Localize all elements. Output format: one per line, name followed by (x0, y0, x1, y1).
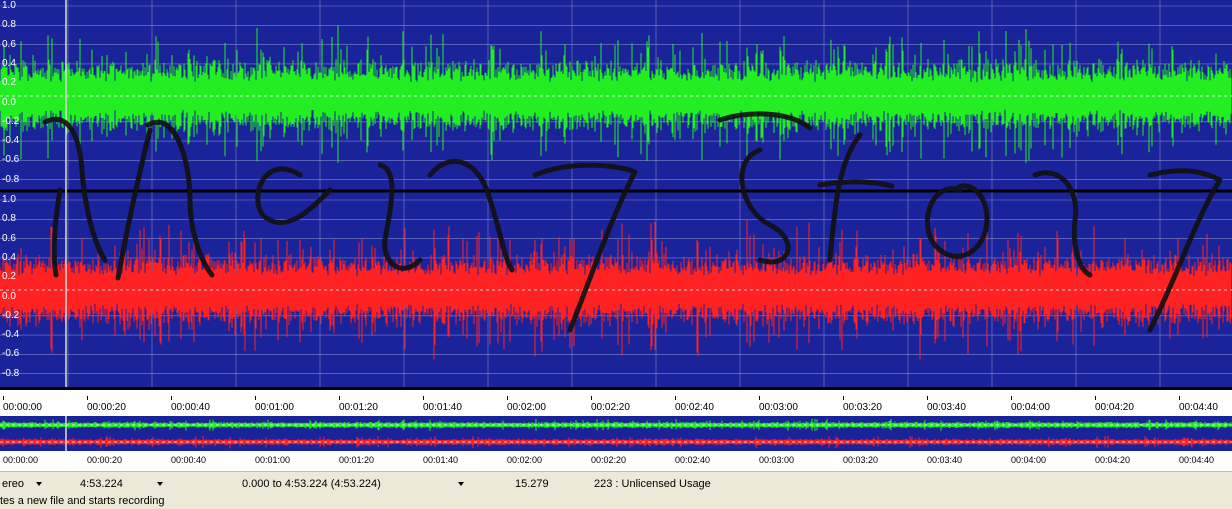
amp-bottom-label: 0.4 (2, 251, 16, 263)
ruler-tick-label: 00:01:00 (255, 402, 294, 413)
ruler-tick (759, 396, 760, 400)
amp-bottom-label: -0.8 (2, 367, 20, 379)
ruler-tick-label: 00:01:40 (423, 455, 459, 465)
channels-field[interactable]: ereo (2, 478, 24, 490)
ruler-tick-label: 00:02:00 (507, 455, 543, 465)
amp-top-label: 1.0 (2, 0, 16, 11)
amp-top-label: 0.2 (2, 77, 16, 89)
ruler-tick (591, 396, 592, 400)
length-dropdown-icon[interactable] (157, 482, 163, 486)
left-channel-waveform (0, 25, 1232, 163)
ruler-tick-label: 00:03:20 (843, 402, 882, 413)
value-field: 15.279 (515, 478, 549, 490)
ruler-tick (675, 396, 676, 400)
status-bar: ereo 4:53.224 0.000 to 4:53.224 (4:53.22… (0, 471, 1232, 494)
ruler-tick-label: 00:02:40 (675, 402, 714, 413)
hint-bar: tes a new file and starts recording (0, 493, 1232, 509)
amp-top-label: 0.4 (2, 57, 16, 69)
amp-top-label: -0.2 (2, 115, 20, 127)
ruler-tick-label: 00:01:00 (255, 455, 291, 465)
ruler-tick (339, 396, 340, 400)
ruler-tick-label: 00:01:40 (423, 402, 462, 413)
ruler-tick (1011, 396, 1012, 400)
ruler-tick-label: 00:03:00 (759, 402, 798, 413)
ruler-tick (843, 396, 844, 400)
ruler-tick-label: 00:04:00 (1011, 402, 1050, 413)
length-field[interactable]: 4:53.224 (80, 478, 123, 490)
waveform-editor[interactable]: 1.0 0.8 0.6 0.4 0.2 0.0 -0.2 -0.4 -0.6 -0.8 1.0 0.… (0, 0, 1232, 387)
ruler-tick-label: 00:00:00 (3, 455, 39, 465)
channels-dropdown-icon[interactable] (36, 482, 42, 486)
ruler-tick-label: 00:00:20 (87, 402, 126, 413)
amp-top-label: 0.8 (2, 19, 16, 31)
ruler-tick (3, 396, 4, 400)
ruler-tick-label: 00:04:20 (1095, 455, 1131, 465)
ruler-tick (1179, 396, 1180, 400)
ruler-tick-label: 00:04:20 (1095, 402, 1134, 413)
ruler-tick-label: 00:04:40 (1179, 455, 1215, 465)
overview-canvas[interactable] (0, 416, 1232, 451)
ruler-tick (507, 396, 508, 400)
ruler-tick (1095, 396, 1096, 400)
amp-top-label: -0.8 (2, 173, 20, 185)
ruler-tick-label: 00:04:00 (1011, 455, 1047, 465)
license-field: 223 : Unlicensed Usage (594, 478, 711, 490)
amp-bottom-label: -0.4 (2, 329, 20, 341)
amp-bottom-label: 1.0 (2, 194, 16, 205)
ruler-tick-label: 00:00:40 (171, 455, 207, 465)
editor-divider (0, 387, 1232, 390)
selection-field[interactable]: 0.000 to 4:53.224 (4:53.224) (242, 478, 381, 490)
amp-bottom-label: 0.0 (2, 290, 16, 302)
selection-dropdown-icon[interactable] (458, 482, 464, 486)
ruler-tick (87, 396, 88, 400)
ruler-tick-label: 00:03:40 (927, 455, 963, 465)
ruler-tick-label: 00:03:20 (843, 455, 879, 465)
overview-time-ruler[interactable]: 00:00:00 00:00:20 00:00:40 00:01:00 00:01:20… (0, 451, 1232, 468)
ruler-tick-label: 00:00:40 (171, 402, 210, 413)
ruler-tick-label: 00:02:20 (591, 455, 627, 465)
ruler-tick (927, 396, 928, 400)
amp-top-label: 0.6 (2, 38, 16, 50)
amp-top-label: 0.0 (2, 96, 16, 108)
hint-text: tes a new file and starts recording (0, 495, 165, 507)
ruler-tick (423, 396, 424, 400)
ruler-tick-label: 00:03:40 (927, 402, 966, 413)
amp-bottom-label: 0.8 (2, 213, 16, 225)
ruler-tick-label: 00:01:20 (339, 402, 378, 413)
ruler-tick-label: 00:01:20 (339, 455, 375, 465)
ruler-tick-label: 00:02:00 (507, 402, 546, 413)
waveform-canvas[interactable] (0, 0, 1232, 387)
amp-bottom-label: -0.2 (2, 309, 20, 321)
amp-top-label: -0.4 (2, 135, 20, 147)
ruler-tick (255, 396, 256, 400)
ruler-tick (171, 396, 172, 400)
amp-bottom-label: 0.2 (2, 271, 16, 283)
time-ruler[interactable]: 00:00:00 00:00:20 00:00:40 00:01:00 00:01:20… (0, 396, 1232, 416)
ruler-tick-label: 00:02:20 (591, 402, 630, 413)
ruler-tick-label: 00:03:00 (759, 455, 795, 465)
ruler-tick-label: 00:00:20 (87, 455, 123, 465)
amp-bottom-label: -0.6 (2, 348, 20, 360)
amp-bottom-label: 0.6 (2, 232, 16, 244)
ruler-tick-label: 00:04:40 (1179, 402, 1218, 413)
amp-top-label: -0.6 (2, 154, 20, 166)
ruler-tick-label: 00:00:00 (3, 402, 42, 413)
ruler-tick-label: 00:02:40 (675, 455, 711, 465)
overview-waveform[interactable] (0, 416, 1232, 451)
